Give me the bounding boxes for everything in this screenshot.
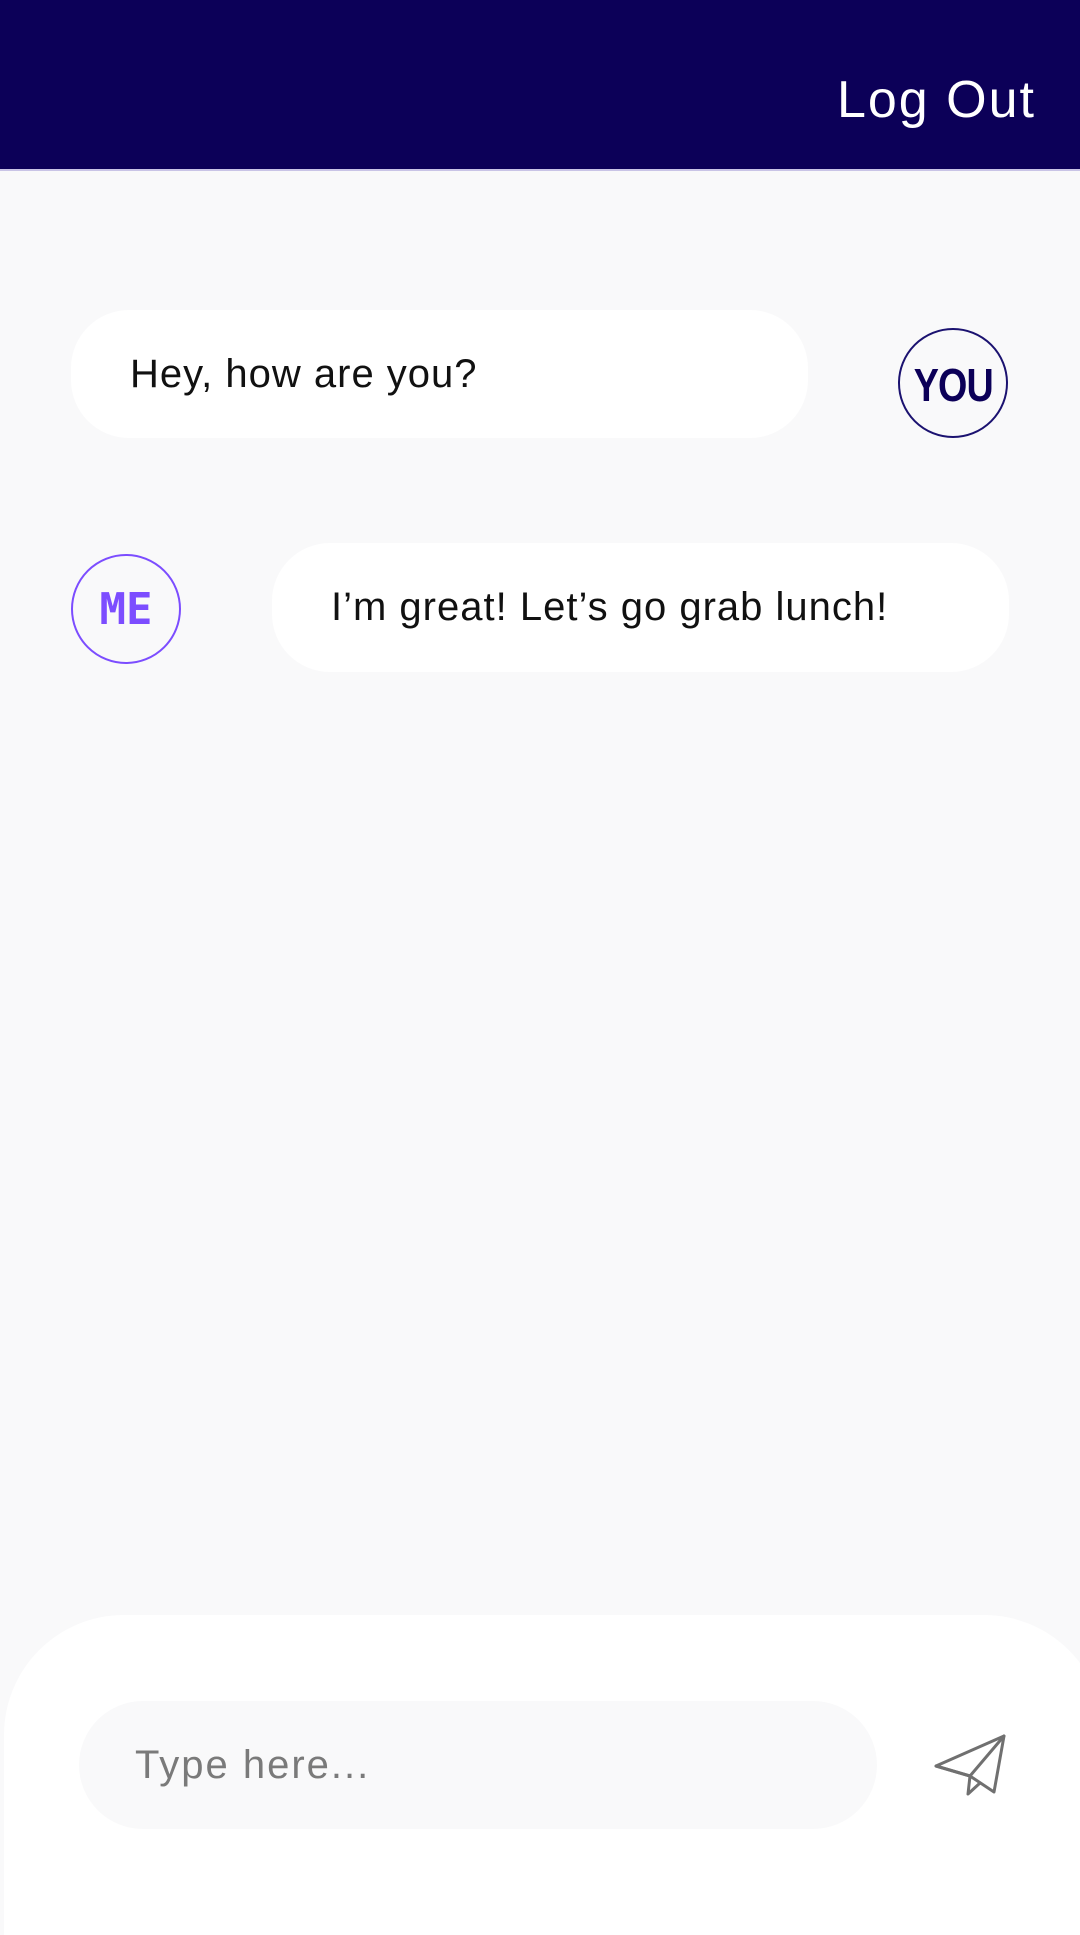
message-text: I’m great! Let’s go grab lunch! xyxy=(331,585,889,629)
send-button[interactable] xyxy=(930,1730,1010,1800)
message-input[interactable] xyxy=(133,1741,877,1789)
avatar-label: YOU xyxy=(913,359,993,411)
avatar-me: ME xyxy=(71,554,181,664)
avatar-you: YOU xyxy=(898,328,1008,438)
avatar-label: ME xyxy=(99,583,153,635)
message-input-container xyxy=(79,1701,877,1829)
message-bubble-received: Hey, how are you? xyxy=(71,310,808,438)
message-bubble-sent: I’m great! Let’s go grab lunch! xyxy=(272,543,1009,672)
logout-button[interactable]: Log Out xyxy=(837,70,1036,130)
app-bar: Log Out xyxy=(0,0,1080,171)
message-text: Hey, how are you? xyxy=(130,351,478,396)
paper-plane-icon xyxy=(934,1734,1006,1796)
